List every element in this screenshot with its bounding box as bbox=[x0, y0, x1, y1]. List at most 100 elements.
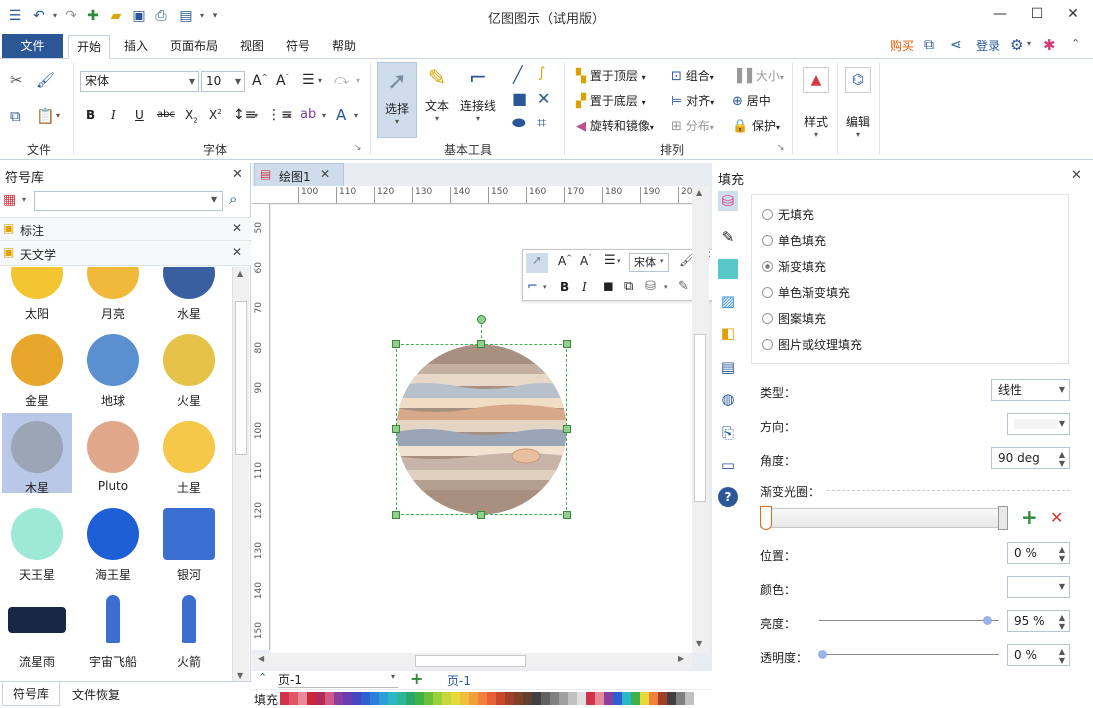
symbol-item[interactable]: 火星 bbox=[154, 326, 224, 408]
style-button[interactable]: ▲ 样式 ▾ bbox=[799, 62, 833, 152]
mini-connector-dropdown-icon[interactable]: ▾ bbox=[543, 283, 547, 291]
library-menu-dropdown-icon[interactable]: ▾ bbox=[22, 195, 26, 204]
search-icon[interactable]: ⌕ bbox=[229, 190, 237, 208]
text-highlight-icon[interactable]: ab bbox=[300, 107, 316, 122]
mini-front-icon[interactable]: ◼ bbox=[603, 279, 614, 294]
resize-handle[interactable] bbox=[563, 511, 571, 519]
format-painter-icon[interactable]: 🖌 bbox=[36, 71, 55, 89]
print-icon[interactable]: ⎙ bbox=[152, 7, 170, 25]
theme-icon[interactable]: ✱ bbox=[1043, 36, 1056, 54]
mini-fill-dropdown-icon[interactable]: ▾ bbox=[664, 283, 668, 291]
protect-button[interactable]: 🔒 保护▾ bbox=[732, 117, 780, 134]
symbol-item[interactable]: 土星 bbox=[154, 413, 224, 495]
palette-swatch[interactable] bbox=[541, 692, 550, 705]
customize-quick-access-icon[interactable]: ▾ bbox=[206, 7, 224, 25]
palette-swatch[interactable] bbox=[505, 692, 514, 705]
fill-option-selected[interactable]: 渐变填充 bbox=[762, 258, 826, 275]
italic-icon[interactable]: I bbox=[111, 108, 116, 122]
send-to-back-button[interactable]: ▞ 置于底层 ▾ bbox=[576, 92, 646, 109]
rectangle-tool-icon[interactable]: ■ bbox=[512, 89, 527, 108]
image-icon[interactable]: ▨ bbox=[718, 291, 738, 311]
canvas-horizontal-scrollbar[interactable]: ◀ ▶ bbox=[252, 653, 692, 669]
fill-option[interactable]: 单色填充 bbox=[762, 232, 826, 249]
bold-icon[interactable]: B bbox=[86, 108, 95, 122]
scroll-up-icon[interactable]: ▲ bbox=[237, 269, 243, 278]
palette-swatch[interactable] bbox=[631, 692, 640, 705]
symbol-item[interactable]: 天王星 bbox=[2, 500, 72, 582]
mini-fill-icon[interactable]: ⛁ bbox=[645, 279, 656, 294]
canvas-scroll-up-icon[interactable]: ▲ bbox=[696, 188, 702, 197]
tab-insert[interactable]: 插入 bbox=[116, 35, 156, 59]
mini-font-dropdown-icon[interactable]: ▾ bbox=[660, 257, 664, 265]
position-spinner-arrows-icon[interactable]: ▲ ▼ bbox=[1059, 545, 1065, 563]
symbol-item[interactable]: 金星 bbox=[2, 326, 72, 408]
minimize-button[interactable]: — bbox=[985, 4, 1015, 24]
mini-decrease-font-icon[interactable]: Aˇ bbox=[580, 254, 592, 268]
category-close-icon[interactable]: ✕ bbox=[232, 245, 242, 259]
palette-swatch[interactable] bbox=[460, 692, 469, 705]
document-tab[interactable]: ▤ 绘图1 ✕ bbox=[254, 163, 344, 186]
tab-file-recovery[interactable]: 文件恢复 bbox=[72, 686, 120, 703]
mini-connector-icon[interactable]: ⌐ bbox=[527, 279, 538, 294]
mini-increase-font-icon[interactable]: A^ bbox=[558, 254, 572, 268]
line-icon[interactable]: ✎ bbox=[718, 227, 738, 247]
resize-handle[interactable] bbox=[392, 340, 400, 348]
palette-swatch[interactable] bbox=[352, 692, 361, 705]
direction-select[interactable]: ▼ bbox=[1007, 413, 1070, 435]
library-scrollbar[interactable]: ▲ ▼ bbox=[232, 267, 249, 685]
layer-icon[interactable]: ◧ bbox=[718, 323, 738, 343]
palette-swatch[interactable] bbox=[442, 692, 451, 705]
bring-to-front-button[interactable]: ▚ 置于顶层 ▾ bbox=[576, 67, 646, 84]
library-close-icon[interactable]: ✕ bbox=[232, 167, 243, 182]
brightness-slider-track[interactable] bbox=[819, 620, 999, 621]
share-window-icon[interactable]: ⧉ bbox=[924, 37, 934, 53]
paste-icon[interactable]: 📋 bbox=[36, 107, 55, 125]
palette-swatch[interactable] bbox=[496, 692, 505, 705]
fill-option[interactable]: 图案填充 bbox=[762, 310, 826, 327]
settings-dropdown-icon[interactable]: ▾ bbox=[1027, 39, 1031, 48]
type-select[interactable]: 线性 ▼ bbox=[991, 379, 1070, 401]
palette-swatch[interactable] bbox=[316, 692, 325, 705]
close-window-button[interactable]: ✕ bbox=[1058, 4, 1088, 24]
hyperlink-globe-icon[interactable]: ◍ bbox=[718, 389, 738, 409]
cut-icon[interactable]: ✂ bbox=[10, 71, 23, 89]
canvas-hscroll-thumb[interactable] bbox=[415, 655, 526, 667]
font-dialog-launcher-icon[interactable]: ↘ bbox=[354, 143, 362, 153]
palette-swatch[interactable] bbox=[568, 692, 577, 705]
text-tool-button[interactable]: ✎ 文本 ▾ bbox=[419, 62, 455, 138]
subscript-icon[interactable]: X2 bbox=[185, 108, 198, 124]
palette-swatch[interactable] bbox=[640, 692, 649, 705]
palette-swatch[interactable] bbox=[280, 692, 289, 705]
page-select[interactable]: 页-1 ▾ bbox=[278, 671, 398, 688]
color-select[interactable]: ▼ bbox=[1007, 576, 1070, 598]
palette-swatch[interactable] bbox=[667, 692, 676, 705]
text-highlight-dropdown-icon[interactable]: ▾ bbox=[322, 111, 326, 120]
palette-swatch[interactable] bbox=[604, 692, 613, 705]
rotate-mirror-button[interactable]: ◀ 旋转和镜像▾ bbox=[576, 117, 654, 134]
collapse-ribbon-icon[interactable]: ⌃ bbox=[1071, 37, 1080, 50]
fill-option[interactable]: 单色渐变填充 bbox=[762, 284, 850, 301]
gradient-stop-start[interactable] bbox=[760, 506, 772, 530]
angle-spinner[interactable]: 90 deg ▲ ▼ bbox=[991, 447, 1070, 469]
share-icon[interactable]: ⋖ bbox=[950, 37, 962, 53]
resize-handle[interactable] bbox=[563, 340, 571, 348]
text-direction-icon[interactable]: ⤼ bbox=[334, 72, 349, 88]
angle-spinner-arrows-icon[interactable]: ▲ ▼ bbox=[1059, 450, 1065, 468]
page-tab[interactable]: 页-1 bbox=[447, 672, 471, 689]
text-direction-dropdown-icon[interactable]: ▾ bbox=[356, 76, 360, 85]
page-list-icon[interactable]: ▤ bbox=[718, 357, 738, 377]
ellipse-tool-icon[interactable]: ⬬ bbox=[512, 113, 526, 133]
mini-align-dropdown-icon[interactable]: ▾ bbox=[617, 257, 621, 265]
palette-swatch[interactable] bbox=[388, 692, 397, 705]
gradient-stop-end[interactable] bbox=[998, 506, 1008, 530]
tab-view[interactable]: 视图 bbox=[232, 35, 272, 59]
resize-handle[interactable] bbox=[477, 340, 485, 348]
palette-swatch[interactable] bbox=[361, 692, 370, 705]
rotation-handle[interactable] bbox=[477, 315, 486, 324]
tab-symbol[interactable]: 符号 bbox=[278, 35, 318, 59]
palette-swatch[interactable] bbox=[307, 692, 316, 705]
library-scroll-thumb[interactable] bbox=[235, 301, 247, 455]
open-file-icon[interactable]: ▰ bbox=[107, 7, 125, 25]
category-callout[interactable]: ▣ 标注 ✕ bbox=[0, 217, 251, 241]
text-align-icon[interactable]: ☰ bbox=[302, 72, 315, 88]
